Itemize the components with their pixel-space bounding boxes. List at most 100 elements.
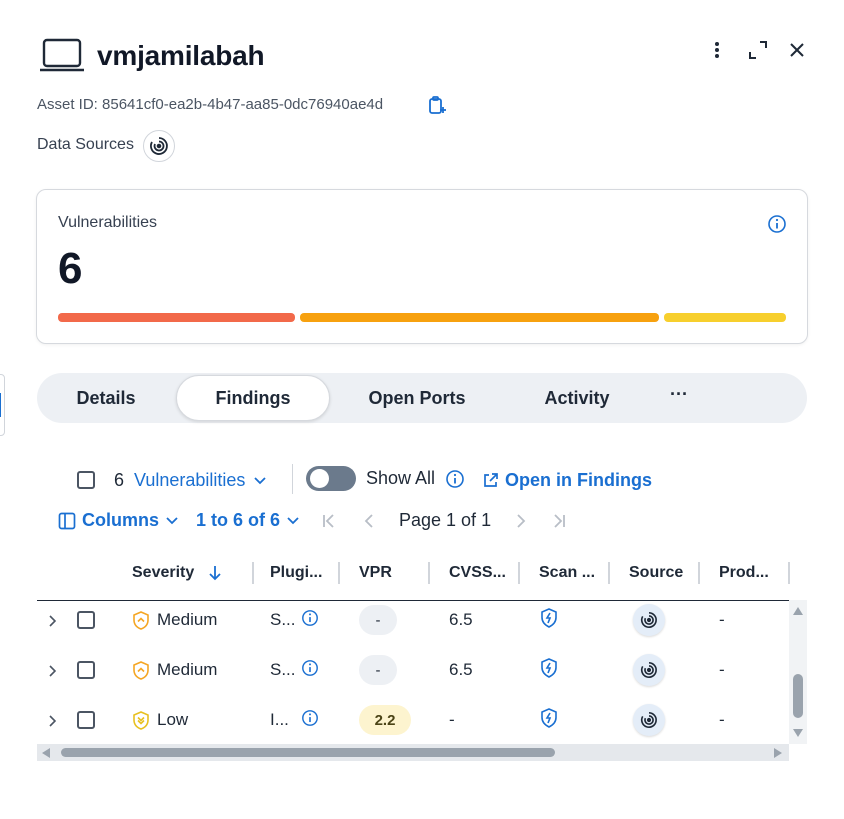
- column-resize-handle[interactable]: [338, 562, 340, 584]
- show-all-toggle[interactable]: [306, 466, 356, 491]
- column-resize-handle[interactable]: [788, 562, 790, 584]
- tab-findings[interactable]: Findings: [176, 375, 330, 421]
- expand-icon[interactable]: [746, 38, 770, 62]
- range-dropdown[interactable]: 1 to 6 of 6: [196, 510, 300, 531]
- vpr-pill: -: [359, 605, 397, 635]
- close-icon[interactable]: [785, 38, 809, 62]
- severity-low-icon: [133, 711, 149, 730]
- data-source-icon[interactable]: [633, 604, 665, 636]
- first-page-icon[interactable]: [320, 512, 338, 530]
- copy-icon[interactable]: [427, 95, 447, 115]
- chevron-right-icon[interactable]: [47, 614, 57, 628]
- column-resize-handle[interactable]: [252, 562, 254, 584]
- tab-details[interactable]: Details: [57, 373, 155, 423]
- plugin-name: S...: [270, 610, 296, 629]
- previous-page-icon[interactable]: [360, 512, 378, 530]
- plugin-name: S...: [270, 660, 296, 679]
- severity-bar-segment-medium: [664, 313, 786, 322]
- show-all-label: Show All: [366, 468, 436, 488]
- tab-open-ports[interactable]: Open Ports: [352, 373, 482, 423]
- cvss-score: -: [449, 710, 455, 729]
- column-resize-handle[interactable]: [428, 562, 430, 584]
- tab-bar: Details Findings Open Ports Activity ···: [37, 373, 807, 423]
- severity-medium-icon: [133, 661, 149, 680]
- more-vertical-icon[interactable]: [705, 38, 729, 62]
- row-checkbox[interactable]: [77, 711, 95, 729]
- info-icon[interactable]: [301, 609, 319, 627]
- vertical-scrollbar[interactable]: [789, 600, 807, 744]
- severity-text: Medium: [157, 610, 218, 629]
- severity-text: Medium: [157, 660, 218, 679]
- last-page-icon[interactable]: [550, 512, 568, 530]
- severity-medium-icon: [133, 611, 149, 630]
- select-all-checkbox[interactable]: [77, 471, 95, 489]
- column-header-scan[interactable]: Scan ...: [539, 564, 595, 582]
- scan-shield-icon: [540, 708, 558, 728]
- severity-distribution-bar: [58, 313, 786, 322]
- scroll-left-icon[interactable]: [41, 747, 51, 759]
- table-row[interactable]: Low I... 2.2 - -: [37, 695, 789, 745]
- selected-count: 6: [114, 470, 125, 490]
- scroll-right-icon[interactable]: [773, 747, 783, 759]
- scan-shield-icon: [540, 658, 558, 678]
- product-value: -: [719, 660, 725, 679]
- vertical-scroll-thumb[interactable]: [793, 674, 803, 718]
- sort-down-icon: [208, 565, 222, 581]
- toolbar-divider: [292, 464, 293, 494]
- columns-button[interactable]: Columns: [58, 510, 179, 531]
- vpr-pill: 2.2: [359, 705, 411, 735]
- info-icon[interactable]: [301, 659, 319, 677]
- chevron-down-icon: [286, 516, 300, 526]
- open-in-findings-link[interactable]: Open in Findings: [482, 470, 652, 491]
- data-source-icon[interactable]: [633, 654, 665, 686]
- data-source-icon[interactable]: [143, 130, 175, 162]
- chevron-right-icon[interactable]: [47, 714, 57, 728]
- external-link-icon: [482, 472, 499, 489]
- vulnerabilities-dropdown[interactable]: Vulnerabilities: [134, 470, 267, 491]
- severity-bar-segment-critical: [58, 313, 295, 322]
- column-header-source[interactable]: Source: [629, 564, 683, 582]
- columns-label: Columns: [82, 510, 160, 530]
- show-all-info-icon[interactable]: [445, 469, 465, 489]
- scroll-down-icon[interactable]: [792, 728, 804, 738]
- table-row[interactable]: Medium S... - 6.5 -: [37, 595, 789, 645]
- chevron-down-icon: [165, 516, 179, 526]
- side-panel-handle[interactable]: [0, 374, 5, 436]
- column-header-severity[interactable]: Severity: [132, 564, 222, 582]
- chevron-right-icon[interactable]: [47, 664, 57, 678]
- tab-activity[interactable]: Activity: [525, 373, 629, 423]
- vulnerabilities-card: Vulnerabilities 6: [36, 189, 808, 344]
- info-icon[interactable]: [767, 214, 787, 234]
- columns-icon: [58, 512, 76, 530]
- cvss-score: 6.5: [449, 610, 473, 629]
- column-header-plugin[interactable]: Plugi...: [270, 564, 322, 582]
- row-checkbox[interactable]: [77, 611, 95, 629]
- column-header-vpr[interactable]: VPR: [359, 564, 392, 582]
- tab-more-icon[interactable]: ···: [659, 369, 699, 419]
- next-page-icon[interactable]: [512, 512, 530, 530]
- column-header-product[interactable]: Prod...: [719, 564, 769, 582]
- row-checkbox[interactable]: [77, 661, 95, 679]
- vulnerabilities-dropdown-label: Vulnerabilities: [134, 470, 246, 490]
- range-label: 1 to 6 of 6: [196, 510, 281, 530]
- product-value: -: [719, 610, 725, 629]
- severity-text: Low: [157, 710, 189, 729]
- asset-title: vmjamilabah: [97, 40, 265, 71]
- severity-bar-segment-high: [300, 313, 659, 322]
- open-in-findings-label: Open in Findings: [505, 470, 652, 490]
- table-row[interactable]: Medium S... - 6.5 -: [37, 645, 789, 695]
- scroll-up-icon[interactable]: [792, 606, 804, 616]
- data-sources-label: Data Sources: [37, 136, 134, 153]
- column-header-label: Severity: [132, 564, 195, 581]
- column-resize-handle[interactable]: [698, 562, 700, 584]
- chevron-down-icon: [253, 476, 267, 486]
- product-value: -: [719, 710, 725, 729]
- info-icon[interactable]: [301, 709, 319, 727]
- column-header-cvss[interactable]: CVSS...: [449, 564, 506, 582]
- column-resize-handle[interactable]: [518, 562, 520, 584]
- column-resize-handle[interactable]: [608, 562, 610, 584]
- data-source-icon[interactable]: [633, 704, 665, 736]
- plugin-name: I...: [270, 710, 289, 729]
- horizontal-scroll-thumb[interactable]: [61, 748, 555, 757]
- cvss-score: 6.5: [449, 660, 473, 679]
